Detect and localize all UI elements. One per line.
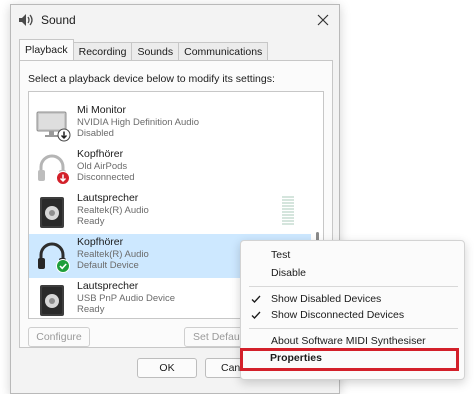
device-name: Lautsprecher — [77, 280, 139, 292]
tab-label: Sounds — [137, 45, 174, 58]
instruction-text: Select a playback device below to modify… — [28, 73, 275, 85]
speaker-icon — [19, 14, 33, 26]
device-item[interactable]: Lautsprecher Realtek(R) Audio Ready — [29, 190, 312, 234]
device-item-partial[interactable] — [29, 91, 312, 102]
device-text: Kopfhörer Realtek(R) Audio Default Devic… — [77, 236, 149, 272]
device-status: Disconnected — [77, 172, 135, 183]
tab-strip: Playback Recording Sounds Communications — [19, 39, 269, 60]
headphones-icon — [38, 242, 70, 273]
device-status: Default Device — [77, 260, 139, 271]
window-title: Sound — [41, 13, 76, 27]
close-icon — [317, 14, 329, 26]
device-name: Kopfhörer — [77, 236, 124, 248]
headphones-icon — [38, 154, 70, 185]
title-bar: Sound — [11, 5, 339, 35]
volume-level-meter — [282, 196, 294, 228]
device-text: Lautsprecher USB PnP Audio Device Ready — [77, 280, 176, 316]
device-item[interactable]: Kopfhörer Old AirPods Disconnected — [29, 146, 312, 190]
device-driver: Realtek(R) Audio — [77, 248, 149, 260]
device-status: Ready — [77, 304, 105, 315]
monitor-icon — [36, 111, 71, 142]
menu-separator — [249, 328, 458, 329]
set-default-label: Set Default — [193, 331, 245, 343]
menu-item-label: About Software MIDI Synthesiser — [271, 335, 426, 347]
menu-item-label: Properties — [270, 352, 322, 364]
tab-label: Playback — [25, 44, 68, 56]
menu-separator — [249, 286, 458, 287]
ok-label: OK — [159, 362, 175, 374]
tab-playback[interactable]: Playback — [19, 39, 74, 60]
configure-label: Configure — [36, 331, 82, 343]
device-driver: USB PnP Audio Device — [77, 292, 176, 304]
device-name: Lautsprecher — [77, 192, 139, 204]
device-name: Kopfhörer — [77, 148, 124, 160]
checkmark-icon — [251, 311, 261, 319]
headphones-icon — [35, 91, 71, 98]
device-text: Kopfhörer Old AirPods Disconnected — [77, 148, 135, 184]
tab-label: Recording — [78, 45, 127, 58]
checkmark-icon — [251, 295, 261, 303]
speaker-icon — [40, 285, 64, 316]
device-driver: Old AirPods — [77, 160, 128, 172]
menu-item-label: Show Disconnected Devices — [271, 309, 405, 321]
tab-sounds[interactable]: Sounds — [131, 42, 180, 60]
menu-item-test[interactable]: Test — [241, 245, 464, 265]
menu-item-label: Test — [271, 249, 291, 261]
tab-label: Communications — [184, 45, 263, 58]
device-text: Lautsprecher Realtek(R) Audio Ready — [77, 192, 149, 228]
tab-communications[interactable]: Communications — [178, 42, 269, 60]
device-driver: Realtek(R) Audio — [77, 204, 149, 216]
device-name: Mi Monitor — [77, 104, 127, 116]
menu-item-label: Disable — [271, 267, 307, 279]
device-text: Mi Monitor NVIDIA High Definition Audio … — [77, 104, 199, 140]
screenshot-stage: Sound Playback Recording Sounds Communic… — [0, 0, 474, 394]
speaker-icon — [40, 197, 64, 228]
close-button[interactable] — [311, 9, 335, 31]
menu-item-label: Show Disabled Devices — [271, 293, 382, 305]
device-driver: NVIDIA High Definition Audio — [77, 116, 199, 128]
menu-item-disable[interactable]: Disable — [241, 263, 464, 283]
device-status: Disabled — [77, 128, 114, 139]
menu-item-properties[interactable]: Properties — [240, 348, 459, 371]
device-status: Ready — [77, 216, 105, 227]
configure-button[interactable]: Configure — [28, 327, 90, 347]
device-item[interactable]: Mi Monitor NVIDIA High Definition Audio … — [29, 102, 312, 146]
tab-recording[interactable]: Recording — [72, 42, 133, 60]
context-menu: Test Disable Show Disabled Devices Show … — [240, 240, 465, 380]
ok-button[interactable]: OK — [137, 358, 197, 378]
menu-item-show-disconnected-devices[interactable]: Show Disconnected Devices — [241, 305, 464, 325]
